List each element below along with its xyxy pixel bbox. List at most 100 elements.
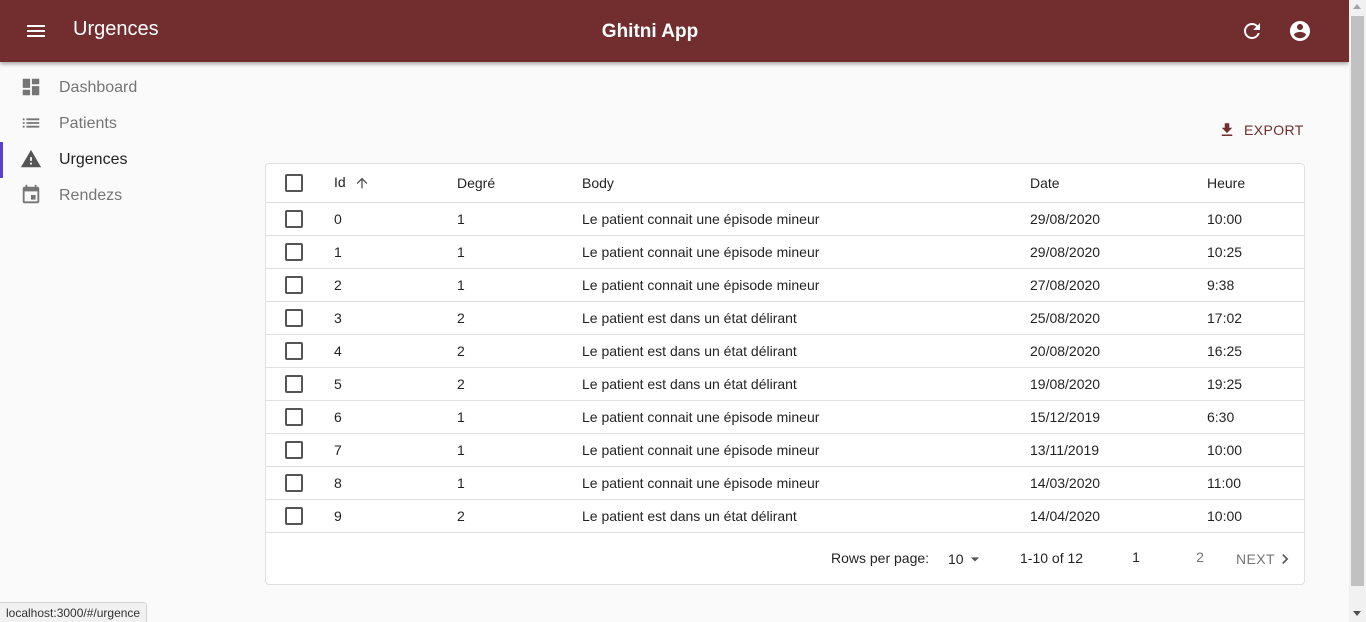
cell-heure: 10:00 [1207, 433, 1304, 467]
row-checkbox[interactable] [285, 374, 303, 393]
export-button[interactable]: EXPORT [1212, 116, 1310, 144]
table-row[interactable]: 7 1 Le patient connait une épisode mineur 1… [266, 433, 1304, 467]
column-header-degre[interactable]: Degré [457, 164, 582, 203]
warning-icon [20, 148, 42, 170]
cell-body: Le patient connait une épisode mineur [582, 202, 1030, 236]
cell-heure: 10:25 [1207, 235, 1304, 269]
cell-body: Le patient connait une épisode mineur [582, 466, 1030, 500]
table-row[interactable]: 5 2 Le patient est dans un état délirant 19… [266, 367, 1304, 401]
cell-degre: 2 [457, 334, 582, 368]
page-button-2[interactable]: 2 [1190, 549, 1210, 565]
cell-heure: 11:00 [1207, 466, 1304, 500]
sidebar-item-label: Rendezs [59, 187, 123, 204]
column-header-body[interactable]: Body [582, 164, 1030, 203]
table-row[interactable]: 3 2 Le patient est dans un état délirant 25… [266, 301, 1304, 335]
sidebar-item-label: Dashboard [59, 79, 138, 96]
cell-degre: 1 [457, 400, 582, 434]
cell-heure: 10:00 [1207, 202, 1304, 236]
page-button-1[interactable]: 1 [1126, 549, 1146, 565]
table-row[interactable]: 1 1 Le patient connait une épisode mineur 2… [266, 235, 1304, 269]
cell-degre: 2 [457, 499, 582, 533]
cell-body: Le patient connait une épisode mineur [582, 235, 1030, 269]
urgences-table: Id Degré Body Date Heure 0 1 Le patient co… [266, 164, 1304, 533]
cell-id: 5 [334, 367, 457, 401]
cell-body: Le patient est dans un état délirant [582, 499, 1030, 533]
cell-degre: 1 [457, 268, 582, 302]
cell-degre: 1 [457, 202, 582, 236]
cell-id: 8 [334, 466, 457, 500]
sidebar: Dashboard Patients Urgences Rendezs [0, 70, 240, 214]
cell-id: 9 [334, 499, 457, 533]
cell-date: 27/08/2020 [1030, 268, 1207, 302]
column-header-id[interactable]: Id [334, 164, 457, 203]
cell-date: 29/08/2020 [1030, 202, 1207, 236]
scroll-down-arrow-icon[interactable] [1353, 611, 1361, 616]
export-label: EXPORT [1244, 122, 1304, 138]
cell-date: 14/03/2020 [1030, 466, 1207, 500]
chevron-right-icon [1282, 554, 1289, 564]
urgences-table-card: Id Degré Body Date Heure 0 1 Le patient co… [265, 163, 1305, 585]
cell-body: Le patient connait une épisode mineur [582, 400, 1030, 434]
cell-body: Le patient connait une épisode mineur [582, 433, 1030, 467]
rows-per-page-select[interactable]: 10 [948, 549, 986, 569]
browser-status-url: localhost:3000/#/urgence [0, 602, 148, 622]
row-checkbox[interactable] [285, 308, 303, 327]
row-checkbox[interactable] [285, 242, 303, 261]
app-name: Ghitni App [601, 21, 699, 42]
cell-id: 2 [334, 268, 457, 302]
cell-id: 3 [334, 301, 457, 335]
cell-heure: 9:38 [1207, 268, 1304, 302]
download-icon [1221, 123, 1233, 136]
row-checkbox[interactable] [285, 341, 303, 360]
cell-date: 20/08/2020 [1030, 334, 1207, 368]
dropdown-arrow-icon [970, 557, 979, 562]
page-scrollbar[interactable] [1349, 0, 1366, 622]
cell-id: 0 [334, 202, 457, 236]
scroll-thumb[interactable] [1351, 16, 1364, 586]
cell-body: Le patient est dans un état délirant [582, 334, 1030, 368]
calendar-icon [20, 184, 42, 206]
row-checkbox[interactable] [285, 506, 303, 525]
cell-date: 19/08/2020 [1030, 367, 1207, 401]
table-row[interactable]: 9 2 Le patient est dans un état délirant 14… [266, 499, 1304, 533]
cell-date: 14/04/2020 [1030, 499, 1207, 533]
cell-heure: 6:30 [1207, 400, 1304, 434]
row-checkbox[interactable] [285, 407, 303, 426]
refresh-icon[interactable] [1240, 19, 1264, 43]
table-row[interactable]: 8 1 Le patient connait une épisode mineur 1… [266, 466, 1304, 500]
pagination-range: 1-10 of 12 [1020, 550, 1084, 566]
scroll-up-arrow-icon[interactable] [1353, 4, 1361, 9]
cell-body: Le patient est dans un état délirant [582, 367, 1030, 401]
arrow-up-icon [356, 178, 367, 189]
cell-degre: 1 [457, 235, 582, 269]
sidebar-item-urgences[interactable]: Urgences [0, 142, 240, 178]
next-page-button[interactable]: NEXT [1236, 549, 1295, 569]
cell-degre: 2 [457, 367, 582, 401]
table-row[interactable]: 6 1 Le patient connait une épisode mineur 1… [266, 400, 1304, 434]
table-row[interactable]: 4 2 Le patient est dans un état délirant 20… [266, 334, 1304, 368]
table-row[interactable]: 2 1 Le patient connait une épisode mineur 2… [266, 268, 1304, 302]
cell-body: Le patient est dans un état délirant [582, 301, 1030, 335]
row-checkbox[interactable] [285, 440, 303, 459]
row-checkbox[interactable] [285, 473, 303, 492]
column-header-heure[interactable]: Heure [1207, 164, 1304, 203]
sidebar-item-label: Urgences [59, 151, 128, 168]
sidebar-item-dashboard[interactable]: Dashboard [0, 70, 240, 106]
cell-degre: 1 [457, 466, 582, 500]
row-checkbox[interactable] [285, 275, 303, 294]
account-circle-icon[interactable] [1288, 19, 1312, 43]
table-row[interactable]: 0 1 Le patient connait une épisode mineur 2… [266, 202, 1304, 236]
cell-heure: 19:25 [1207, 367, 1304, 401]
dashboard-icon [20, 76, 42, 98]
table-header-row: Id Degré Body Date Heure [266, 164, 1304, 203]
sidebar-item-label: Patients [59, 115, 117, 132]
sidebar-item-patients[interactable]: Patients [0, 106, 240, 142]
select-all-checkbox[interactable] [285, 173, 303, 192]
cell-body: Le patient connait une épisode mineur [582, 268, 1030, 302]
column-header-date[interactable]: Date [1030, 164, 1207, 203]
sidebar-item-rendezs[interactable]: Rendezs [0, 178, 240, 214]
list-icon [20, 112, 42, 134]
pagination: Rows per page: 10 1-10 of 12 1 2 NEXT [266, 536, 1304, 580]
cell-id: 4 [334, 334, 457, 368]
row-checkbox[interactable] [285, 209, 303, 228]
